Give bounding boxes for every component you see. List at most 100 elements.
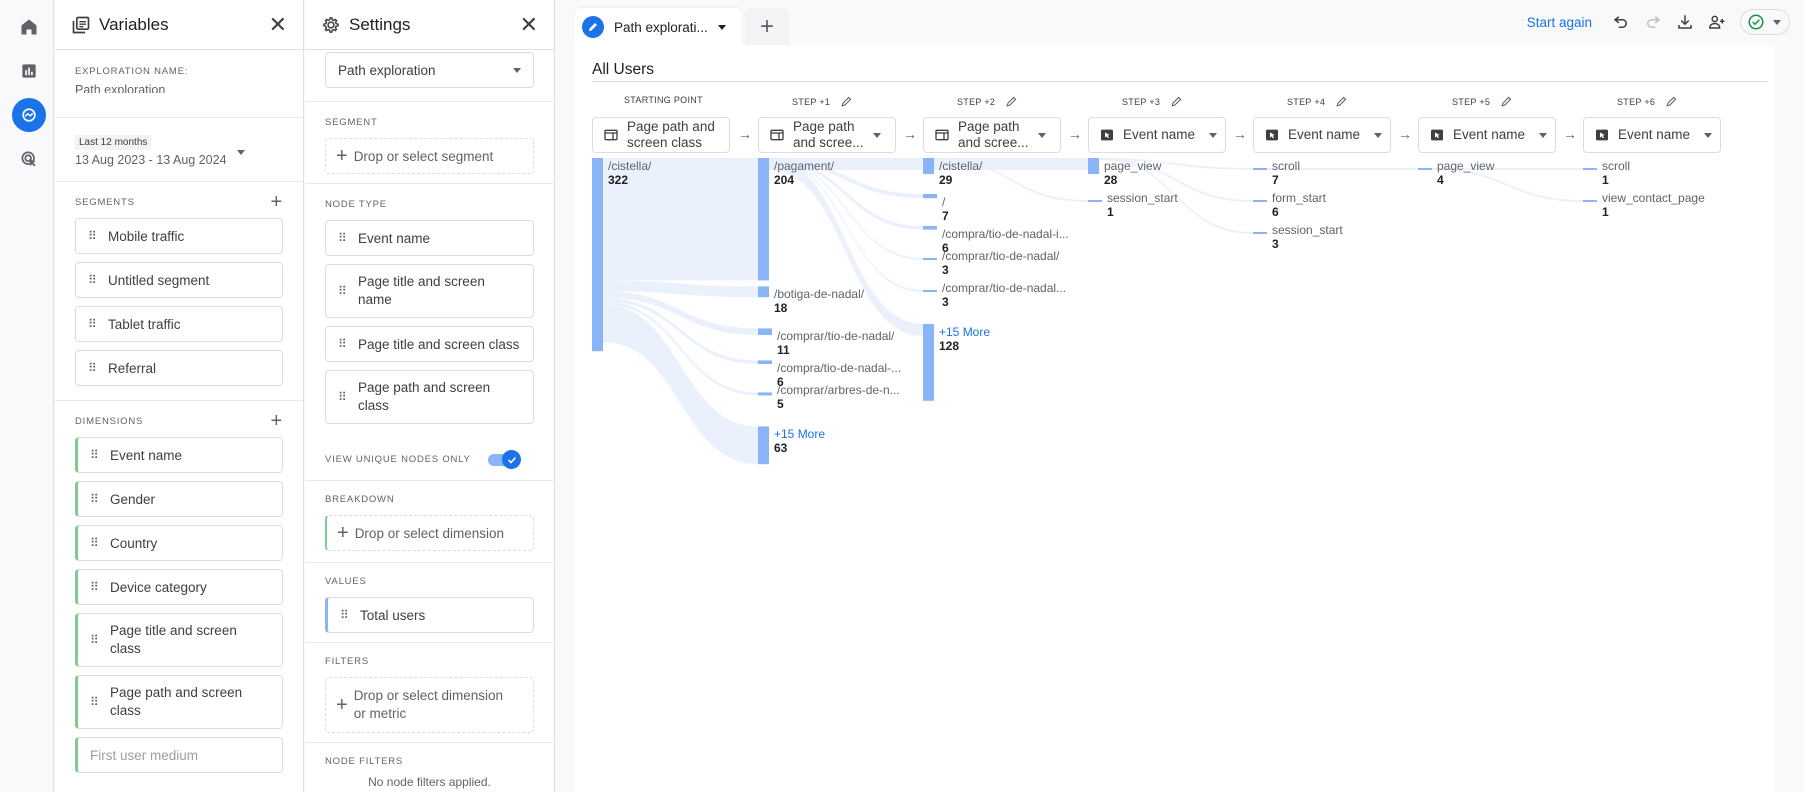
node-label[interactable]: /comprar/tio-de-nadal... [942,282,1066,295]
path-node[interactable] [592,158,603,352]
path-node[interactable] [923,258,937,260]
nav-reports[interactable] [12,54,46,88]
node-label[interactable]: session_start [1272,224,1343,237]
dimension-item[interactable]: ⠿ Device category [75,569,283,605]
path-node[interactable] [758,360,772,364]
edit-pencil-icon[interactable] [1335,95,1348,108]
chevron-down-icon[interactable] [717,24,726,30]
edit-pencil-icon[interactable] [1665,95,1678,108]
node-label[interactable]: /pagament/ [774,160,834,173]
node-label[interactable]: page_view [1104,160,1161,173]
step-node-type-select[interactable]: Event name [1583,117,1721,153]
path-node[interactable] [758,328,772,335]
add-tab-button[interactable]: + [745,8,789,45]
step-node-type-select[interactable]: Page path and screen class [592,117,730,153]
segment-item[interactable]: ⠿ Mobile traffic [75,218,283,254]
node-label[interactable]: page_view [1437,160,1494,173]
undo-icon[interactable] [1612,13,1630,31]
path-node[interactable] [758,286,769,298]
step-node-type-select[interactable]: Event name [1088,117,1226,153]
path-node[interactable] [923,194,937,199]
node-label[interactable]: /botiga-de-nadal/ [774,288,864,301]
path-node[interactable] [923,158,934,174]
nav-home[interactable] [12,10,46,44]
breakdown-dropzone[interactable]: + Drop or select dimension [325,515,534,551]
path-node[interactable] [1253,200,1267,202]
edit-pencil-icon[interactable] [1500,95,1513,108]
step-node-type-select[interactable]: Page path and scree... [758,117,896,153]
start-again-button[interactable]: Start again [1527,15,1592,30]
nav-advertising[interactable] [12,142,46,176]
step-node-type-select[interactable]: Event name [1253,117,1391,153]
path-node[interactable] [923,324,934,401]
path-node[interactable] [1253,168,1267,170]
node-label[interactable]: /compra/tio-de-nadal-... [777,362,901,375]
segment-dropzone[interactable]: + Drop or select segment [325,138,534,174]
node-label[interactable]: /compra/tio-de-nadal-i... [942,228,1069,241]
node-label[interactable]: scroll [1602,160,1630,173]
add-segment-button[interactable]: + [271,191,283,214]
path-node[interactable] [1583,168,1597,170]
segment-item[interactable]: ⠿ Referral [75,350,283,386]
path-node[interactable] [923,290,937,292]
redo-icon[interactable] [1644,13,1662,31]
segment-item[interactable]: ⠿ Untitled segment [75,262,283,298]
dimension-item[interactable]: ⠿ Page title and screen class [75,613,283,667]
node-label[interactable]: /cistella/ [608,160,651,173]
filters-dropzone[interactable]: + Drop or select dimension or metric [325,677,534,733]
path-node[interactable] [758,426,769,465]
step-label: STEP +6 [1617,95,1678,108]
download-icon[interactable] [1676,13,1694,31]
step-node-type-select[interactable]: Event name [1418,117,1556,153]
dimension-item[interactable]: ⠿ Page path and screen class [75,675,283,729]
path-node[interactable] [1583,200,1597,202]
node-type-item[interactable]: ⠿ Event name [325,220,534,256]
nav-explore[interactable] [12,98,46,132]
edit-pencil-icon[interactable] [840,95,853,108]
edit-pencil-icon[interactable] [1170,95,1183,108]
date-range-picker[interactable]: Last 12 months 13 Aug 2023 - 13 Aug 2024 [55,118,303,182]
edit-pencil-icon[interactable] [1005,95,1018,108]
path-node[interactable] [758,392,772,396]
value-item[interactable]: ⠿ Total users [325,597,534,633]
node-value: 204 [774,173,795,187]
exploration-name-input[interactable]: Path exploration [75,83,283,93]
node-label[interactable]: /comprar/tio-de-nadal/ [942,250,1059,263]
node-type-item[interactable]: ⠿ Page title and screen name [325,264,534,318]
arrow-right-icon: → [738,126,752,142]
dimension-item[interactable]: ⠿ Event name [75,437,283,473]
path-node[interactable] [1253,232,1267,234]
node-label[interactable]: /comprar/tio-de-nadal/ [777,330,894,343]
node-label[interactable]: scroll [1272,160,1300,173]
segment-item[interactable]: ⠿ Tablet traffic [75,306,283,342]
path-node[interactable] [1088,158,1099,174]
segment-label: SEGMENT [325,116,378,128]
more-nodes-link[interactable]: +15 More [774,428,825,441]
path-node[interactable] [1088,200,1102,202]
share-icon[interactable] [1708,13,1726,31]
node-label[interactable]: / [942,196,945,209]
dimension-item[interactable]: ⠿ Gender [75,481,283,517]
add-dimension-button[interactable]: + [271,410,283,433]
node-label[interactable]: view_contact_page [1602,192,1705,205]
dimension-item[interactable]: ⠿ Country [75,525,283,561]
status-menu[interactable] [1740,9,1790,35]
path-node[interactable] [923,226,937,230]
close-icon[interactable]: ✕ [520,13,538,36]
technique-select[interactable]: Path exploration [325,52,534,88]
node-label[interactable]: /comprar/arbres-de-n... [777,384,900,397]
flow-link[interactable] [1432,168,1583,202]
node-label[interactable]: session_start [1107,192,1178,205]
close-icon[interactable]: ✕ [269,13,287,36]
path-node[interactable] [1418,168,1432,170]
node-type-item[interactable]: ⠿ Page path and screen class [325,370,534,424]
node-label[interactable]: form_start [1272,192,1326,205]
step-node-type-select[interactable]: Page path and scree... [923,117,1061,153]
dimension-item[interactable]: First user medium [75,737,283,773]
node-label[interactable]: /cistella/ [939,160,982,173]
node-type-item[interactable]: ⠿ Page title and screen class [325,326,534,362]
unique-nodes-toggle[interactable] [486,450,522,469]
tab-path-exploration[interactable]: Path explorati... [574,8,742,46]
path-node[interactable] [758,158,769,281]
more-nodes-link[interactable]: +15 More [939,326,990,339]
